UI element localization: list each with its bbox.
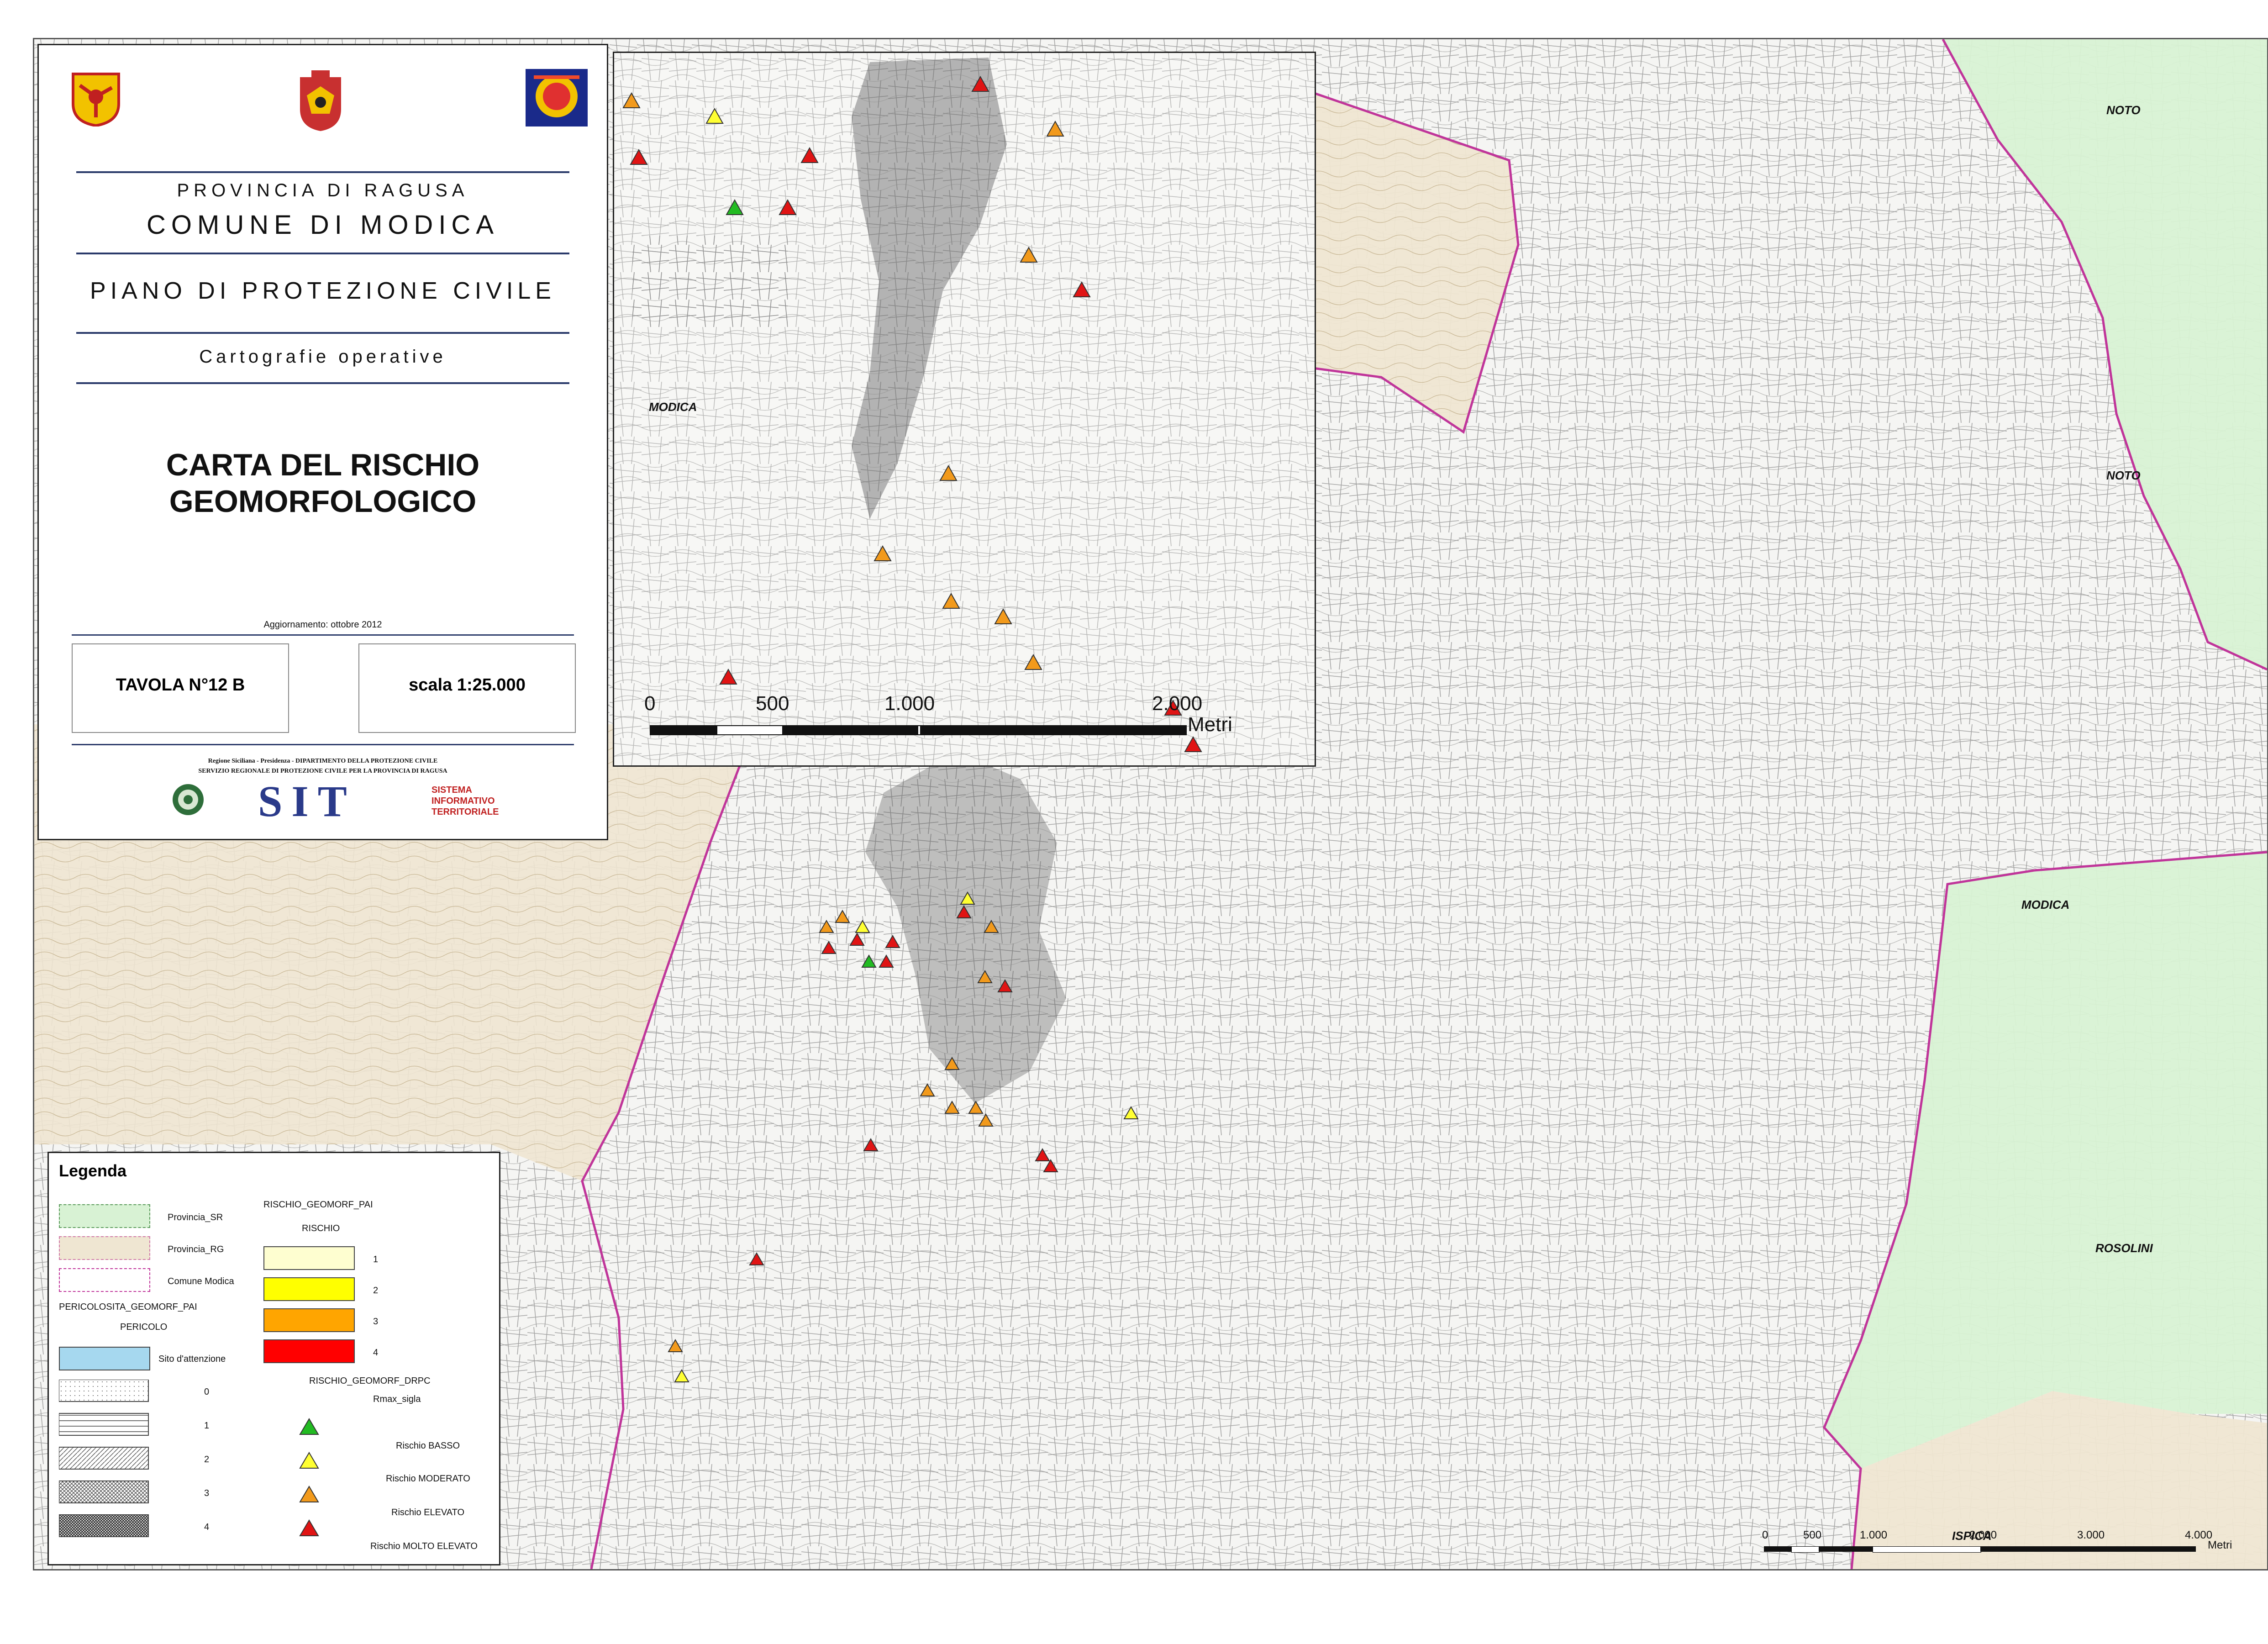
- inset-place-label-modica: MODICA: [649, 400, 697, 414]
- map-title-line2: GEOMORFOLOGICO: [169, 484, 477, 519]
- legend-drpc-triangles: [299, 1418, 319, 1536]
- comune-label: COMUNE DI MODICA: [147, 210, 499, 240]
- legend-pericolo-title: PERICOLO: [120, 1322, 168, 1332]
- legend-panel: Legenda Provincia_SR Provincia_RG Comune…: [47, 1152, 500, 1565]
- title-block: PROVINCIA DI RAGUSA COMUNE DI MODICA PIA…: [37, 44, 608, 840]
- place-label-modica: MODICA: [2021, 898, 2070, 912]
- inset-scale-label: 1.000: [884, 692, 935, 715]
- piano-label: PIANO DI PROTEZIONE CIVILE: [90, 278, 556, 304]
- legend-rischio-class: 1: [373, 1254, 379, 1265]
- sit-sub3: TERRITORIALE: [431, 807, 499, 817]
- inset-scale-bar: 0 500 1.000 2.000 Metri: [644, 692, 1284, 743]
- main-scale-label: 3.000: [2077, 1529, 2105, 1541]
- title-divider: [72, 744, 574, 745]
- tavola-box: TAVOLA N°12 B: [72, 643, 289, 733]
- legend-drpc-item: Rischio BASSO: [396, 1441, 460, 1451]
- scala-label: scala 1:25.000: [409, 675, 526, 695]
- legend-swatch-comune: [59, 1268, 150, 1292]
- legend-pericolo-class: 3: [204, 1488, 210, 1498]
- aggiornamento-label: Aggiornamento: ottobre 2012: [263, 620, 382, 630]
- cartografie-label: Cartografie operative: [199, 347, 447, 367]
- legend-swatch-rischio-1: [263, 1246, 355, 1270]
- legend-swatch-provincia-rg: [59, 1236, 150, 1260]
- inset-map[interactable]: MODICA 0 500 1.000 2.000 Metri: [613, 52, 1316, 767]
- title-divider: [76, 382, 569, 384]
- inset-scale-label: 500: [756, 692, 789, 715]
- sit-sub2: INFORMATIVO: [431, 796, 495, 806]
- legend-pericolosita-title: PERICOLOSITA_GEOMORF_PAI: [59, 1302, 197, 1312]
- main-scale-bar: 0 500 1.000 2.000 3.000 4.000 Metri: [1762, 1529, 2242, 1556]
- legend-pericolo-class: 0: [204, 1387, 210, 1397]
- legend-label-sito: Sito d'attenzione: [158, 1354, 226, 1364]
- map-title-line1: CARTA DEL RISCHIO: [166, 448, 480, 482]
- legend-drpc-item: Rischio MOLTO ELEVATO: [370, 1541, 478, 1551]
- legend-pericolo-class: 1: [204, 1421, 210, 1431]
- legend-label-provincia-sr: Provincia_SR: [168, 1212, 223, 1222]
- inset-scale-unit: Metri: [1188, 713, 1232, 736]
- legend-pericolo-class: 4: [204, 1522, 210, 1532]
- inset-scale-label: 2.000: [1152, 692, 1203, 715]
- title-divider: [76, 171, 569, 173]
- main-scale-label: 0: [1762, 1529, 1768, 1541]
- legend-swatch-rischio-2: [263, 1277, 355, 1301]
- legend-rischio-title: RISCHIO: [302, 1223, 340, 1233]
- main-scale-label: 2.000: [1969, 1529, 1997, 1541]
- legend-rmax-title: Rmax_sigla: [373, 1394, 421, 1404]
- provincia-ragusa-logo: [300, 70, 341, 131]
- protezione-civile-logo: [526, 69, 588, 126]
- legend-title: Legenda: [59, 1161, 127, 1180]
- legend-swatch-sito: [59, 1347, 150, 1370]
- legend-drpc-title: RISCHIO_GEOMORF_DRPC: [309, 1376, 431, 1386]
- title-divider: [76, 332, 569, 334]
- legend-swatch-rischio-4: [263, 1339, 355, 1363]
- inset-scale-label: 0: [644, 692, 656, 715]
- main-scale-label: 500: [1803, 1529, 1822, 1541]
- legend-pericolo-swatches: [59, 1380, 149, 1537]
- legend-swatch-rischio-3: [263, 1308, 355, 1332]
- legend-swatch-provincia-sr: [59, 1204, 150, 1228]
- legend-rischio-class: 2: [373, 1286, 379, 1296]
- legend-label-comune: Comune Modica: [168, 1276, 234, 1286]
- place-label-noto-north: NOTO: [2106, 103, 2141, 117]
- sit-emblem-icon: [173, 784, 204, 815]
- legend-pericolo-class: 2: [204, 1454, 210, 1465]
- legend-rischio-pai-title: RISCHIO_GEOMORF_PAI: [263, 1200, 373, 1210]
- regione-sicilia-logo: [72, 73, 120, 126]
- scala-box: scala 1:25.000: [358, 643, 576, 733]
- place-label-rosolini: ROSOLINI: [2095, 1241, 2153, 1255]
- place-label-noto: NOTO: [2106, 469, 2141, 482]
- title-divider: [72, 634, 574, 636]
- main-scale-unit: Metri: [2208, 1539, 2232, 1551]
- legend-rischio-class: 4: [373, 1348, 379, 1358]
- main-scale-label: 1.000: [1860, 1529, 1888, 1541]
- regione-credit-line2: SERVIZIO REGIONALE DI PROTEZIONE CIVILE …: [198, 768, 447, 775]
- legend-label-provincia-rg: Provincia_RG: [168, 1244, 224, 1254]
- sit-logo-text: SIT: [258, 777, 356, 826]
- inset-map-canvas[interactable]: [614, 53, 1315, 765]
- legend-rischio-class: 3: [373, 1317, 379, 1327]
- title-divider: [76, 253, 569, 254]
- legend-drpc-item: Rischio MODERATO: [386, 1474, 470, 1484]
- legend-drpc-item: Rischio ELEVATO: [391, 1507, 465, 1518]
- provincia-label: PROVINCIA DI RAGUSA: [177, 180, 469, 200]
- tavola-label: TAVOLA N°12 B: [116, 675, 245, 695]
- sit-sub1: SISTEMA: [431, 785, 472, 795]
- regione-credit-line1: Regione Siciliana - Presidenza - DIPARTI…: [208, 758, 438, 764]
